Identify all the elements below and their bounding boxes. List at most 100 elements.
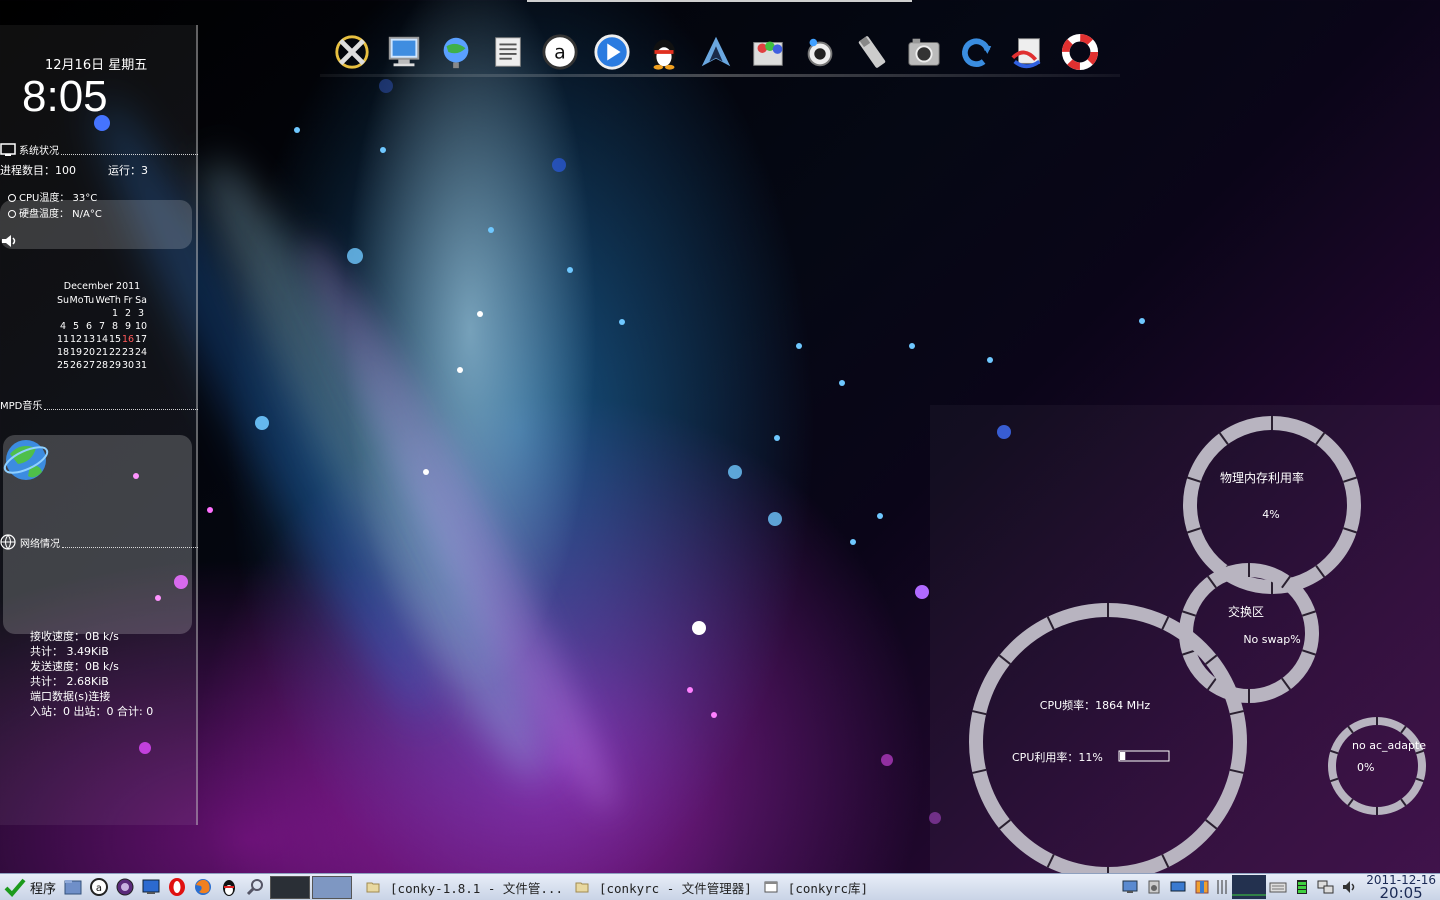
calendar-week: 18 19 20 21 22 23 24 <box>40 346 164 359</box>
media-player-icon[interactable] <box>590 30 634 74</box>
webcam-icon[interactable] <box>798 30 842 74</box>
disk-temp-dot-icon <box>8 210 16 218</box>
cpu-graph-tray[interactable] <box>1232 875 1267 899</box>
task-conky-181[interactable]: [conky-1.8.1 - 文件管... <box>360 875 569 899</box>
calendar-day <box>83 307 96 320</box>
calendar-day: 10 <box>134 321 148 332</box>
start-menu-button[interactable]: 程序 <box>0 874 60 900</box>
system-status-header: 系统状况 <box>0 142 198 157</box>
workspace-1[interactable] <box>270 875 311 899</box>
task-conkyrc-lib[interactable]: [conkyrc库] <box>758 875 874 899</box>
globe-icon[interactable] <box>434 30 478 74</box>
send-total: 共计： 2.68KiB <box>30 675 109 688</box>
workspace-2[interactable] <box>312 875 353 899</box>
calendar-day: 23 <box>121 347 135 358</box>
port-connections: 端口数据(s)连接 <box>30 690 111 703</box>
pdf-convert-icon[interactable] <box>1006 30 1050 74</box>
cpu-usage-bar-fill <box>1120 752 1126 760</box>
task-label: [conkyrc - 文件管理器] <box>598 880 752 896</box>
calendar-day: 31 <box>134 360 148 371</box>
search-icon[interactable] <box>242 875 268 899</box>
recv-speed: 接收速度：0B k/s <box>30 630 119 643</box>
disk-temp: 硬盘温度： N/A°C <box>19 209 102 220</box>
calendar-day: 14 <box>95 334 109 345</box>
battery-tray-icon[interactable] <box>1290 876 1314 898</box>
firefox-icon[interactable] <box>190 875 216 899</box>
task-label: [conkyrc库] <box>787 880 869 896</box>
disk-temp-row: 硬盘温度： N/A°C <box>8 205 102 220</box>
mpd-title: MPD音乐 <box>0 401 43 412</box>
computer-icon[interactable] <box>382 30 426 74</box>
calendar-day: 6 <box>85 321 93 332</box>
calendar-day: 25 <box>56 360 70 371</box>
calendar-day: 20 <box>82 347 96 358</box>
calendar-week: 4 5 6 7 8 9 10 <box>40 320 164 333</box>
mpd-header: MPD音乐 <box>0 397 198 412</box>
calendar-day: 30 <box>121 360 135 371</box>
task-conkyrc[interactable]: [conkyrc - 文件管理器] <box>569 875 758 899</box>
amule-icon[interactable]: a <box>538 30 582 74</box>
volume-tray-icon[interactable] <box>1338 876 1362 898</box>
port-counts: 入站：0 出站：0 合计: 0 <box>30 705 154 718</box>
speaker-tray-icon[interactable] <box>1142 876 1166 898</box>
mplayer-icon[interactable] <box>112 875 138 899</box>
calendar-day: 17 <box>134 334 148 345</box>
calendar-day: 24 <box>134 347 148 358</box>
calendar-day: 26 <box>69 360 83 371</box>
calendar: December 2011 Su Mo Tu We Th Fr Sa 1 2 3 4 5 6 7 8 9 10… <box>40 281 164 372</box>
qq-icon[interactable] <box>216 875 242 899</box>
system-tray: 2011-12-16 20:05 <box>1118 874 1440 900</box>
memory-label: 物理内存利用率 <box>1220 470 1304 485</box>
display-icon[interactable] <box>1118 876 1142 898</box>
taskbar: 程序 a [conky-1.8.1 - 文件管... [conkyrc - 文件… <box>0 873 1440 900</box>
desktop-icon[interactable] <box>138 875 164 899</box>
usb-drive-icon[interactable] <box>850 30 894 74</box>
calendar-day: 29 <box>108 360 122 371</box>
dock: a <box>330 30 1102 78</box>
calendar-weekday: Tu <box>83 295 95 306</box>
calendar-day: 21 <box>95 347 109 358</box>
taskbar-clock[interactable]: 2011-12-16 20:05 <box>1362 874 1440 900</box>
conky-date: 12月16日 星期五 <box>45 58 148 73</box>
volume-icon[interactable] <box>1 234 19 248</box>
lifebuoy-icon[interactable] <box>1058 30 1102 74</box>
file-manager-icon[interactable] <box>60 875 86 899</box>
monitor-tray-icon[interactable] <box>1166 876 1190 898</box>
refresh-icon[interactable] <box>954 30 998 74</box>
calendar-weekday: Th <box>109 295 121 306</box>
package-tray-icon[interactable] <box>1190 876 1214 898</box>
network-tray-icon[interactable] <box>1314 876 1338 898</box>
cpu-temp: CPU温度： 33°C <box>19 193 98 204</box>
calendar-day: 1 <box>111 308 119 319</box>
calendar-day <box>70 307 83 320</box>
calendar-week: 123 <box>40 307 164 320</box>
battery-value: 0% <box>1357 761 1374 774</box>
calendar-weekday: Sa <box>135 295 147 306</box>
calendar-weekday: We <box>95 295 111 306</box>
keyboard-icon[interactable] <box>1266 876 1290 898</box>
calendar-day: 3 <box>137 308 145 319</box>
calendar-week: 25 26 27 28 29 30 31 <box>40 359 164 372</box>
monitor-icon <box>0 143 16 156</box>
calendar-day: 12 <box>69 334 83 345</box>
crossover-icon[interactable] <box>330 30 374 74</box>
network-globe-icon <box>3 440 49 480</box>
text-editor-icon[interactable] <box>486 30 530 74</box>
calendar-weekday: Su <box>56 295 70 306</box>
network-header: 网络情况 <box>0 534 198 550</box>
calendar-day: 19 <box>69 347 83 358</box>
calendar-day: 22 <box>108 347 122 358</box>
qq-penguin-icon[interactable] <box>642 30 686 74</box>
opera-icon[interactable] <box>164 875 190 899</box>
conky-time: 8:05 <box>22 72 108 121</box>
amule-icon[interactable]: a <box>86 875 112 899</box>
cpu-temp-dot-icon <box>8 194 16 202</box>
calendar-day <box>57 307 70 320</box>
camera-icon[interactable] <box>902 30 946 74</box>
calendar-day: 27 <box>82 360 96 371</box>
arch-icon[interactable] <box>694 30 738 74</box>
picture-tools-icon[interactable] <box>746 30 790 74</box>
send-speed: 发送速度：0B k/s <box>30 660 119 673</box>
calendar-weeks: 1 2 3 4 5 6 7 8 9 10 11 12 13 14 15 16 17 18 19 20 21 22 23 24 2… <box>40 307 164 372</box>
calendar-month: December 2011 <box>63 281 141 292</box>
